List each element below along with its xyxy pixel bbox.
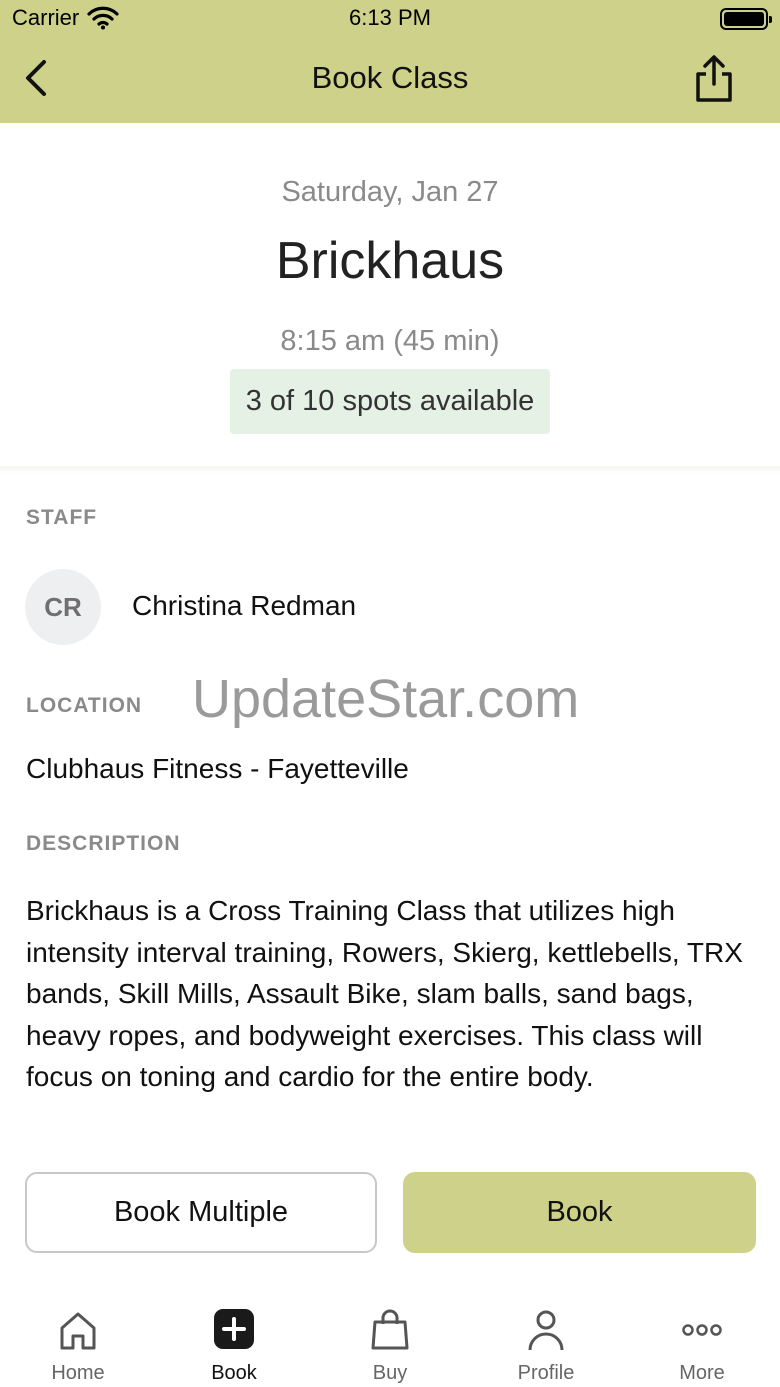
tab-book-label: Book [211, 1362, 257, 1384]
watermark: UpdateStar.com [192, 669, 580, 729]
tab-profile-label: Profile [517, 1362, 575, 1384]
class-name: Brickhaus [275, 232, 505, 290]
status-time: 6:13 PM [349, 5, 431, 30]
page-title: Book Class [311, 60, 469, 95]
book-multiple-button[interactable]: Book Multiple [25, 1172, 377, 1253]
battery-icon [720, 8, 772, 30]
status-bar: Carrier 6:13 PM [0, 0, 780, 36]
book-button[interactable]: Book [403, 1172, 756, 1253]
nav-bar: Book Class [0, 36, 780, 123]
description-label: DESCRIPTION [26, 832, 181, 855]
staff-name[interactable]: Christina Redman [132, 590, 356, 622]
home-icon [60, 1312, 96, 1350]
tab-book[interactable]: Book [156, 1290, 312, 1387]
tab-more[interactable]: More [624, 1290, 780, 1387]
tab-home-label: Home [51, 1362, 105, 1384]
class-description: Brickhaus is a Cross Training Class that… [26, 895, 743, 1092]
section-divider [0, 466, 780, 474]
spots-available-badge: 3 of 10 spots available [230, 369, 550, 434]
class-header: Saturday, Jan 27 Brickhaus 8:15 am (45 m… [0, 123, 780, 470]
tab-buy-label: Buy [372, 1362, 408, 1384]
plus-square-icon [214, 1309, 254, 1349]
tab-more-label: More [679, 1362, 725, 1384]
person-icon [528, 1310, 564, 1351]
tab-profile[interactable]: Profile [468, 1290, 624, 1387]
tab-bar: Home Book Buy Profile More [0, 1290, 780, 1387]
tab-buy[interactable]: Buy [312, 1290, 468, 1387]
class-time: 8:15 am (45 min) [280, 325, 500, 357]
location-name[interactable]: Clubhaus Fitness - Fayetteville [26, 753, 409, 785]
share-icon[interactable] [692, 54, 736, 104]
tab-home[interactable]: Home [0, 1290, 156, 1387]
more-dots-icon [682, 1324, 722, 1336]
shopping-bag-icon [371, 1309, 409, 1350]
class-date: Saturday, Jan 27 [281, 176, 499, 208]
location-label: LOCATION [26, 694, 143, 717]
avatar: CR [25, 569, 101, 645]
staff-label: STAFF [26, 506, 98, 529]
